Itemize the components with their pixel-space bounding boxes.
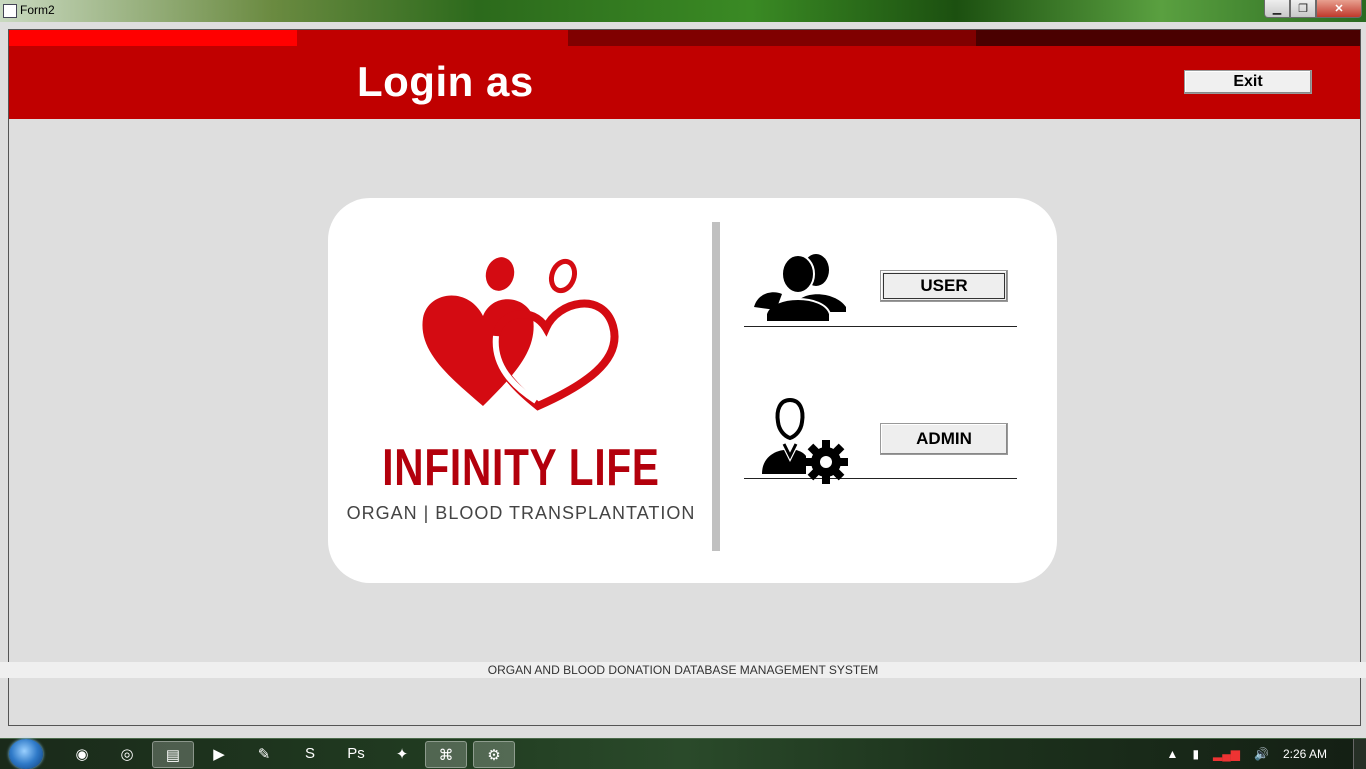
app-icon	[3, 4, 17, 18]
vertical-divider	[712, 222, 720, 551]
exit-button[interactable]: Exit	[1184, 70, 1312, 94]
window-controls: ▁ ❐ ✕	[1264, 0, 1362, 18]
taskbar: ◉ ◎ ▤ ▶ ✎ S Ps ✦ ⌘ ⚙ ▲ ▮ ▂▄▆ 🔊 2:26 AM	[0, 738, 1366, 769]
taskbar-app-icon[interactable]: ⚙	[473, 741, 515, 768]
user-role-row: USER	[744, 248, 1017, 327]
page-title: Login as	[357, 58, 534, 105]
taskbar-explorer-icon[interactable]: ▤	[152, 741, 194, 768]
show-desktop-button[interactable]	[1353, 739, 1366, 769]
admin-button[interactable]: ADMIN	[880, 423, 1008, 455]
header-bar: Login as Exit	[9, 30, 1360, 119]
header-stripe-1	[9, 30, 297, 46]
system-tray: ▲ ▮ ▂▄▆ 🔊 2:26 AM	[1167, 739, 1366, 769]
taskbar-chrome-icon[interactable]: ◎	[107, 741, 147, 766]
start-button[interactable]	[9, 739, 43, 769]
taskbar-app-icon[interactable]: ✦	[382, 741, 422, 766]
window-title: Form2	[20, 3, 55, 17]
header-stripe-3	[568, 30, 976, 46]
taskbar-firefox-icon[interactable]: ◉	[62, 741, 102, 766]
clock[interactable]: 2:26 AM	[1283, 747, 1327, 761]
tray-expand-icon[interactable]: ▲	[1167, 747, 1179, 761]
taskbar-notepad-icon[interactable]: ✎	[244, 741, 284, 766]
minimize-button[interactable]: ▁	[1264, 0, 1290, 18]
footer-status: ORGAN AND BLOOD DONATION DATABASE MANAGE…	[0, 662, 1366, 678]
volume-icon[interactable]: 🔊	[1254, 747, 1269, 761]
admin-role-row: ADMIN	[744, 386, 1017, 484]
window-titlebar: Form2 ▁ ❐ ✕	[0, 0, 1366, 22]
battery-icon[interactable]: ▮	[1192, 747, 1199, 761]
signal-icon[interactable]: ▂▄▆	[1213, 747, 1240, 761]
maximize-button[interactable]: ❐	[1290, 0, 1316, 18]
brand-tagline: ORGAN | BLOOD TRANSPLANTATION	[346, 503, 696, 523]
taskbar-app-icon[interactable]: ⌘	[425, 741, 467, 768]
brand-name: INFINITY LIFE	[382, 439, 660, 497]
form-window: Login as Exit INFINITY LIFE ORGAN | BLOO…	[0, 22, 1366, 738]
taskbar-sublime-icon[interactable]: S	[290, 741, 330, 766]
close-button[interactable]: ✕	[1316, 0, 1362, 18]
login-card: INFINITY LIFE ORGAN | BLOOD TRANSPLANTAT…	[328, 198, 1057, 583]
taskbar-media-player-icon[interactable]: ▶	[199, 741, 239, 766]
header-stripe-2	[297, 30, 568, 46]
admin-settings-icon	[762, 397, 848, 484]
infinity-life-logo	[422, 257, 619, 411]
taskbar-photoshop-icon[interactable]: Ps	[336, 741, 376, 766]
header-stripe-4	[976, 30, 1360, 46]
user-button[interactable]: USER	[880, 270, 1008, 302]
users-group-icon	[754, 254, 846, 323]
